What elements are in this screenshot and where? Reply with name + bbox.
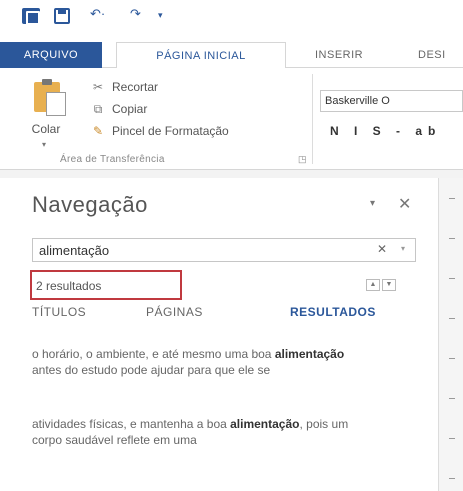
copy-icon: ⧉ bbox=[93, 101, 103, 116]
undo-icon[interactable]: ↶· bbox=[90, 6, 105, 22]
vertical-ruler bbox=[438, 178, 463, 491]
navigation-tabs: TÍTULOS PÁGINAS RESULTADOS bbox=[32, 305, 416, 327]
search-match: alimentação bbox=[230, 417, 300, 431]
tab-design[interactable]: DESI bbox=[410, 42, 454, 68]
pane-options-icon[interactable]: ▾ bbox=[370, 198, 375, 209]
navigation-title: Navegação bbox=[32, 192, 148, 217]
results-count: 2 resultados bbox=[36, 279, 102, 293]
tab-headings[interactable]: TÍTULOS bbox=[32, 305, 86, 319]
clipboard-icon bbox=[34, 79, 66, 116]
word-app-icon bbox=[22, 8, 40, 25]
close-icon[interactable]: ✕ bbox=[398, 194, 411, 214]
ribbon-home: Colar ▾ ✂ Recortar ⧉ Copiar ✎ Pincel de … bbox=[0, 68, 463, 170]
previous-result-icon[interactable]: ▲ bbox=[366, 279, 380, 291]
format-painter-label: Pincel de Formatação bbox=[112, 124, 229, 138]
tab-file[interactable]: ARQUIVO bbox=[0, 42, 102, 68]
navigation-pane: Navegação ▾ ✕ ✕ ▾ 2 resultados ▲ ▼ TÍTUL… bbox=[10, 178, 430, 491]
save-icon[interactable] bbox=[54, 8, 70, 24]
quick-access-toolbar: ↶· ↷ ▾ bbox=[0, 0, 463, 34]
tab-pages[interactable]: PÁGINAS bbox=[146, 305, 203, 319]
font-format-buttons[interactable]: N I S - ab bbox=[330, 124, 441, 138]
clear-search-icon[interactable]: ✕ bbox=[377, 242, 387, 256]
next-result-icon[interactable]: ▼ bbox=[382, 279, 396, 291]
scissors-icon: ✂ bbox=[92, 80, 104, 94]
result-navigation: ▲ ▼ bbox=[366, 279, 396, 291]
search-options-icon[interactable]: ▾ bbox=[401, 244, 405, 253]
search-result[interactable]: o horário, o ambiente, e até mesmo uma b… bbox=[32, 346, 372, 378]
brush-icon: ✎ bbox=[92, 124, 104, 138]
paste-label: Colar bbox=[31, 122, 61, 136]
pane-separator bbox=[0, 170, 463, 178]
chevron-down-icon: ▾ bbox=[42, 140, 47, 149]
cut-label: Recortar bbox=[112, 80, 159, 94]
search-result[interactable]: atividades físicas, e mantenha a boa ali… bbox=[32, 416, 372, 448]
search-input[interactable] bbox=[33, 239, 363, 261]
customize-toolbar-icon[interactable]: ▾ bbox=[158, 10, 163, 21]
dialog-launcher-icon[interactable]: ◳ bbox=[298, 154, 307, 165]
tab-insert[interactable]: INSERIR bbox=[307, 42, 371, 68]
paste-button[interactable]: Colar ▾ bbox=[22, 78, 70, 152]
tab-home[interactable]: PÁGINA INICIAL bbox=[116, 42, 286, 69]
font-name-dropdown[interactable]: Baskerville O bbox=[320, 90, 463, 112]
ribbon-tabs: ARQUIVO PÁGINA INICIAL INSERIR DESI bbox=[0, 42, 463, 69]
copy-button[interactable]: ⧉ Copiar bbox=[90, 100, 148, 118]
clipboard-group-label: Área de Transferência bbox=[60, 154, 165, 165]
copy-label: Copiar bbox=[112, 102, 148, 116]
search-match: alimentação bbox=[274, 347, 345, 361]
format-painter-button[interactable]: ✎ Pincel de Formatação bbox=[90, 122, 229, 140]
redo-icon[interactable]: ↷ bbox=[130, 6, 141, 22]
tab-results[interactable]: RESULTADOS bbox=[290, 305, 376, 319]
cut-button[interactable]: ✂ Recortar bbox=[90, 78, 158, 96]
group-divider bbox=[312, 74, 313, 164]
search-box: ✕ ▾ bbox=[32, 238, 416, 262]
